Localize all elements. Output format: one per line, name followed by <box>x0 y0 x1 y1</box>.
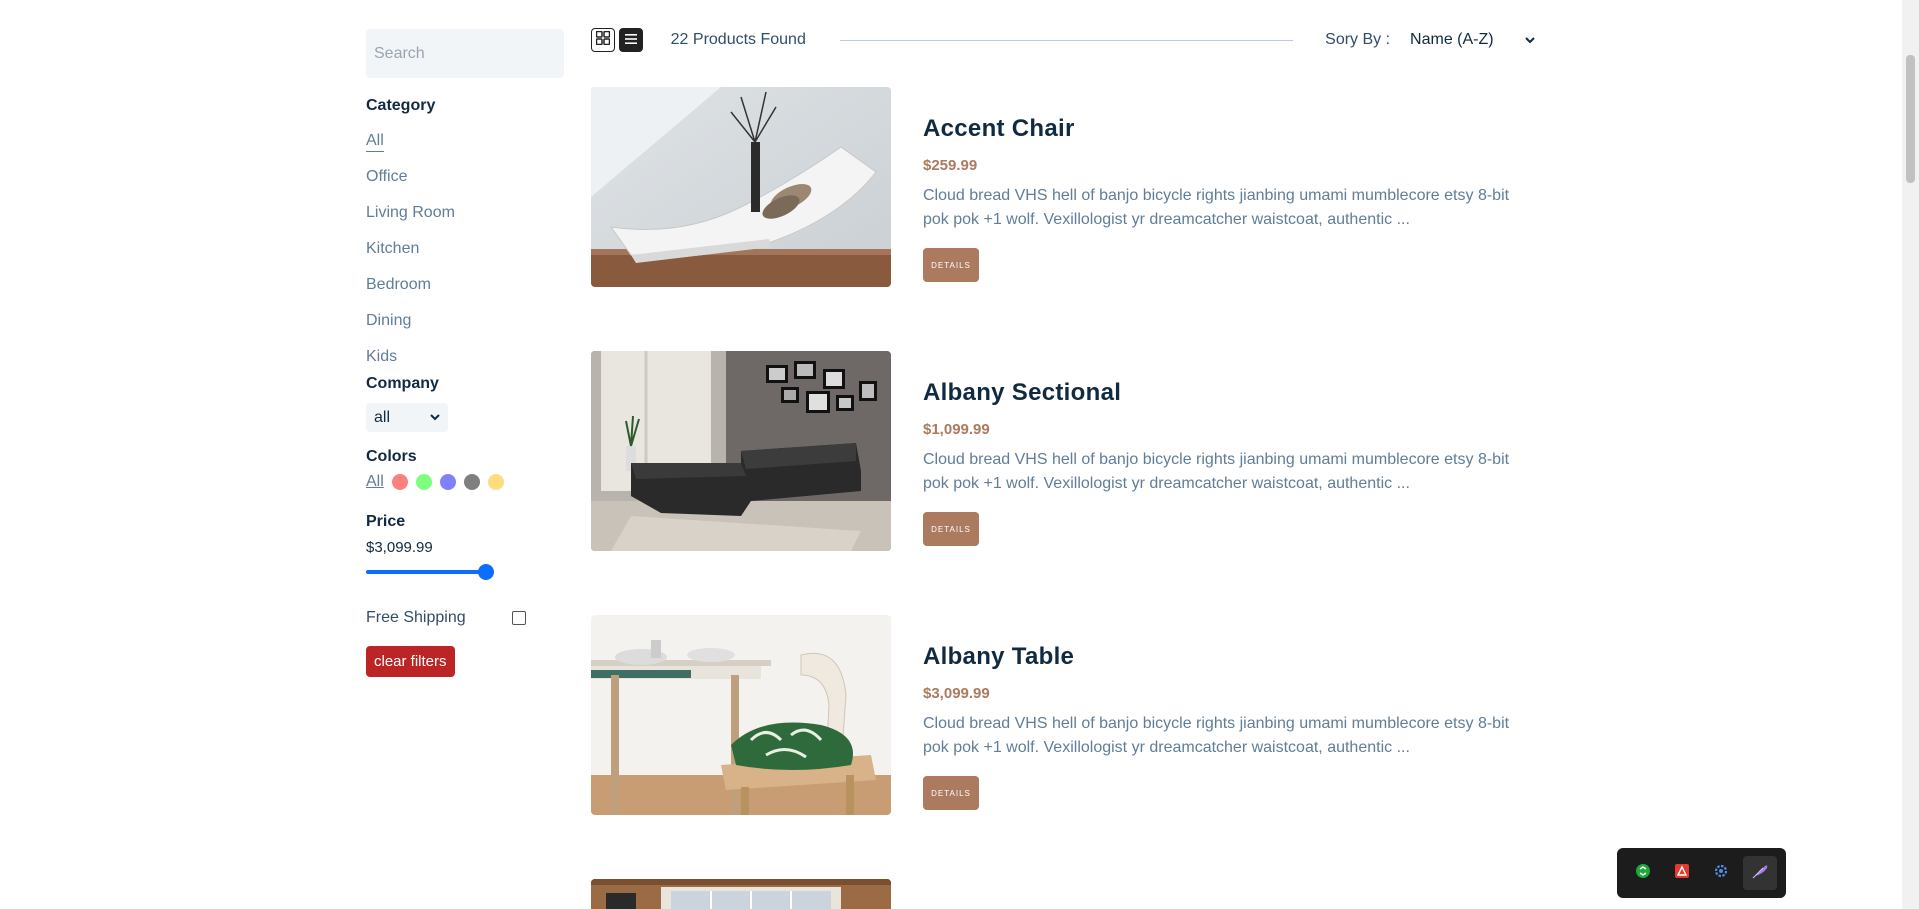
free-shipping-label: Free Shipping <box>366 609 466 626</box>
slider-thumb[interactable] <box>478 564 494 580</box>
product-description: Cloud bread VHS hell of banjo bicycle ri… <box>923 451 1510 492</box>
color-swatch-black[interactable] <box>463 474 480 490</box>
free-shipping-checkbox[interactable] <box>512 611 526 625</box>
product-name: Albany Sectional <box>923 379 1122 406</box>
category-item-dining[interactable]: Dining <box>366 303 411 339</box>
company-heading: Company <box>366 375 439 392</box>
product-info: Albany Table $3,099.99 Cloud bread VHS h… <box>923 643 1535 810</box>
product-description: Cloud bread VHS hell of banjo bicycle ri… <box>923 715 1510 756</box>
chevron-down-icon <box>430 412 440 424</box>
gear-icon <box>1713 863 1729 884</box>
company-selected-value: all <box>374 408 391 426</box>
product-price: $259.99 <box>923 157 978 174</box>
product-info: Accent Chair $259.99 Cloud bread VHS hel… <box>923 115 1535 282</box>
feather-extension-button[interactable] <box>1743 856 1778 890</box>
product-image <box>591 351 891 551</box>
category-item-office[interactable]: Office <box>366 159 408 195</box>
category-list: All Office Living Room Kitchen Bedroom D… <box>366 123 564 375</box>
category-item-kitchen[interactable]: Kitchen <box>366 231 419 267</box>
page-scrollbar[interactable] <box>1902 0 1919 909</box>
feather-icon <box>1751 862 1769 885</box>
product-name: Accent Chair <box>923 115 1075 142</box>
chevron-down-icon <box>1525 31 1535 49</box>
product-description: Cloud bread VHS hell of banjo bicycle ri… <box>923 187 1510 228</box>
search-input[interactable] <box>366 29 564 78</box>
floating-extensions-toolbar <box>1617 848 1786 898</box>
color-swatch-green[interactable] <box>415 474 432 490</box>
category-item-kids[interactable]: Kids <box>366 339 397 375</box>
sort-label: Sory By : <box>1325 31 1391 48</box>
details-button[interactable]: DETAILS <box>923 248 979 282</box>
product-image-partial <box>591 879 891 909</box>
product-card: Albany Sectional $1,099.99 Cloud bread V… <box>591 351 1535 551</box>
color-swatch-yellow[interactable] <box>487 474 504 490</box>
sort-select[interactable]: Name (A-Z) <box>1410 31 1535 49</box>
product-card: Albany Table $3,099.99 Cloud bread VHS h… <box>591 615 1535 815</box>
free-shipping-row: Free Shipping <box>366 609 526 627</box>
settings-extension-button[interactable] <box>1704 856 1738 890</box>
green-extension-button[interactable] <box>1626 856 1660 890</box>
list-view-button[interactable] <box>618 28 643 52</box>
details-button[interactable]: DETAILS <box>923 512 979 546</box>
toolbar-divider <box>839 39 1294 41</box>
details-button[interactable]: DETAILS <box>923 776 979 810</box>
category-item-all[interactable]: All <box>366 123 384 159</box>
company-select[interactable]: all <box>366 403 448 432</box>
category-heading: Category <box>366 97 436 114</box>
price-slider[interactable] <box>366 562 494 582</box>
product-price: $1,099.99 <box>923 421 990 438</box>
filters-sidebar: Category All Office Living Room Kitchen … <box>366 29 564 677</box>
color-all-button[interactable]: All <box>366 473 384 491</box>
refresh-icon <box>1635 863 1651 884</box>
grid-icon <box>595 30 611 50</box>
colors-heading: Colors <box>366 448 417 465</box>
product-image <box>591 87 891 287</box>
product-info: Albany Sectional $1,099.99 Cloud bread V… <box>923 379 1535 546</box>
pdf-extension-button[interactable] <box>1665 856 1699 890</box>
scrollbar-thumb[interactable] <box>1906 55 1915 183</box>
clear-filters-button[interactable]: clear filters <box>366 646 455 677</box>
slider-fill <box>366 570 486 574</box>
price-value: $3,099.99 <box>366 539 433 556</box>
results-toolbar: 22 Products Found Sory By : Name (A-Z) <box>591 28 1535 52</box>
color-swatch-blue[interactable] <box>439 474 456 490</box>
pdf-icon <box>1674 863 1690 884</box>
category-item-bedroom[interactable]: Bedroom <box>366 267 431 303</box>
product-card: Accent Chair $259.99 Cloud bread VHS hel… <box>591 87 1535 287</box>
products-count: 22 Products Found <box>670 31 806 48</box>
sort-selected-value: Name (A-Z) <box>1410 31 1494 48</box>
grid-view-button[interactable] <box>591 28 615 52</box>
list-icon <box>624 31 637 49</box>
product-name: Albany Table <box>923 643 1075 670</box>
product-price: $3,099.99 <box>923 685 990 702</box>
product-image <box>591 615 891 815</box>
category-item-living-room[interactable]: Living Room <box>366 195 455 231</box>
price-heading: Price <box>366 513 406 530</box>
color-swatch-red[interactable] <box>391 474 408 490</box>
color-swatches: All <box>366 472 564 492</box>
